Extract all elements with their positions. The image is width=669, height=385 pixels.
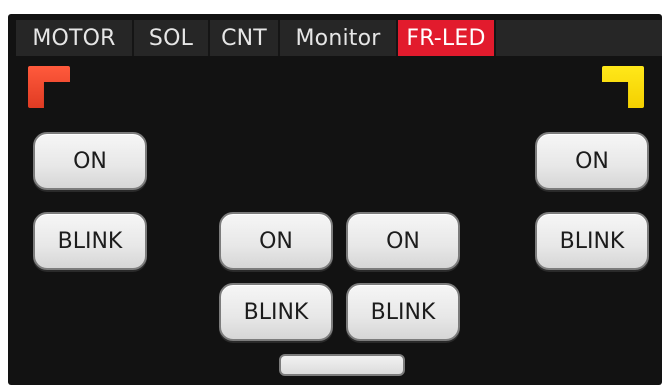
right-on-button[interactable]: ON	[535, 132, 649, 190]
center-left-blink-button[interactable]: BLINK	[219, 283, 333, 341]
tab-fr-led[interactable]: FR-LED	[398, 20, 496, 56]
front-right-led-indicator-icon	[602, 66, 644, 108]
left-blink-button[interactable]: BLINK	[33, 212, 147, 270]
tab-cnt[interactable]: CNT	[210, 20, 280, 56]
tab-bar: MOTOR SOL CNT Monitor FR-LED	[16, 20, 662, 56]
front-left-led-indicator-icon	[28, 66, 70, 108]
tab-monitor[interactable]: Monitor	[280, 20, 398, 56]
center-right-on-button[interactable]: ON	[346, 212, 460, 270]
center-left-on-button[interactable]: ON	[219, 212, 333, 270]
right-blink-button[interactable]: BLINK	[535, 212, 649, 270]
center-right-blink-button[interactable]: BLINK	[346, 283, 460, 341]
rear-led-button[interactable]	[279, 354, 405, 376]
tab-motor[interactable]: MOTOR	[16, 20, 134, 56]
left-on-button[interactable]: ON	[33, 132, 147, 190]
tab-sol[interactable]: SOL	[134, 20, 210, 56]
screen-panel: MOTOR SOL CNT Monitor FR-LED ON BLINK ON…	[8, 14, 662, 385]
